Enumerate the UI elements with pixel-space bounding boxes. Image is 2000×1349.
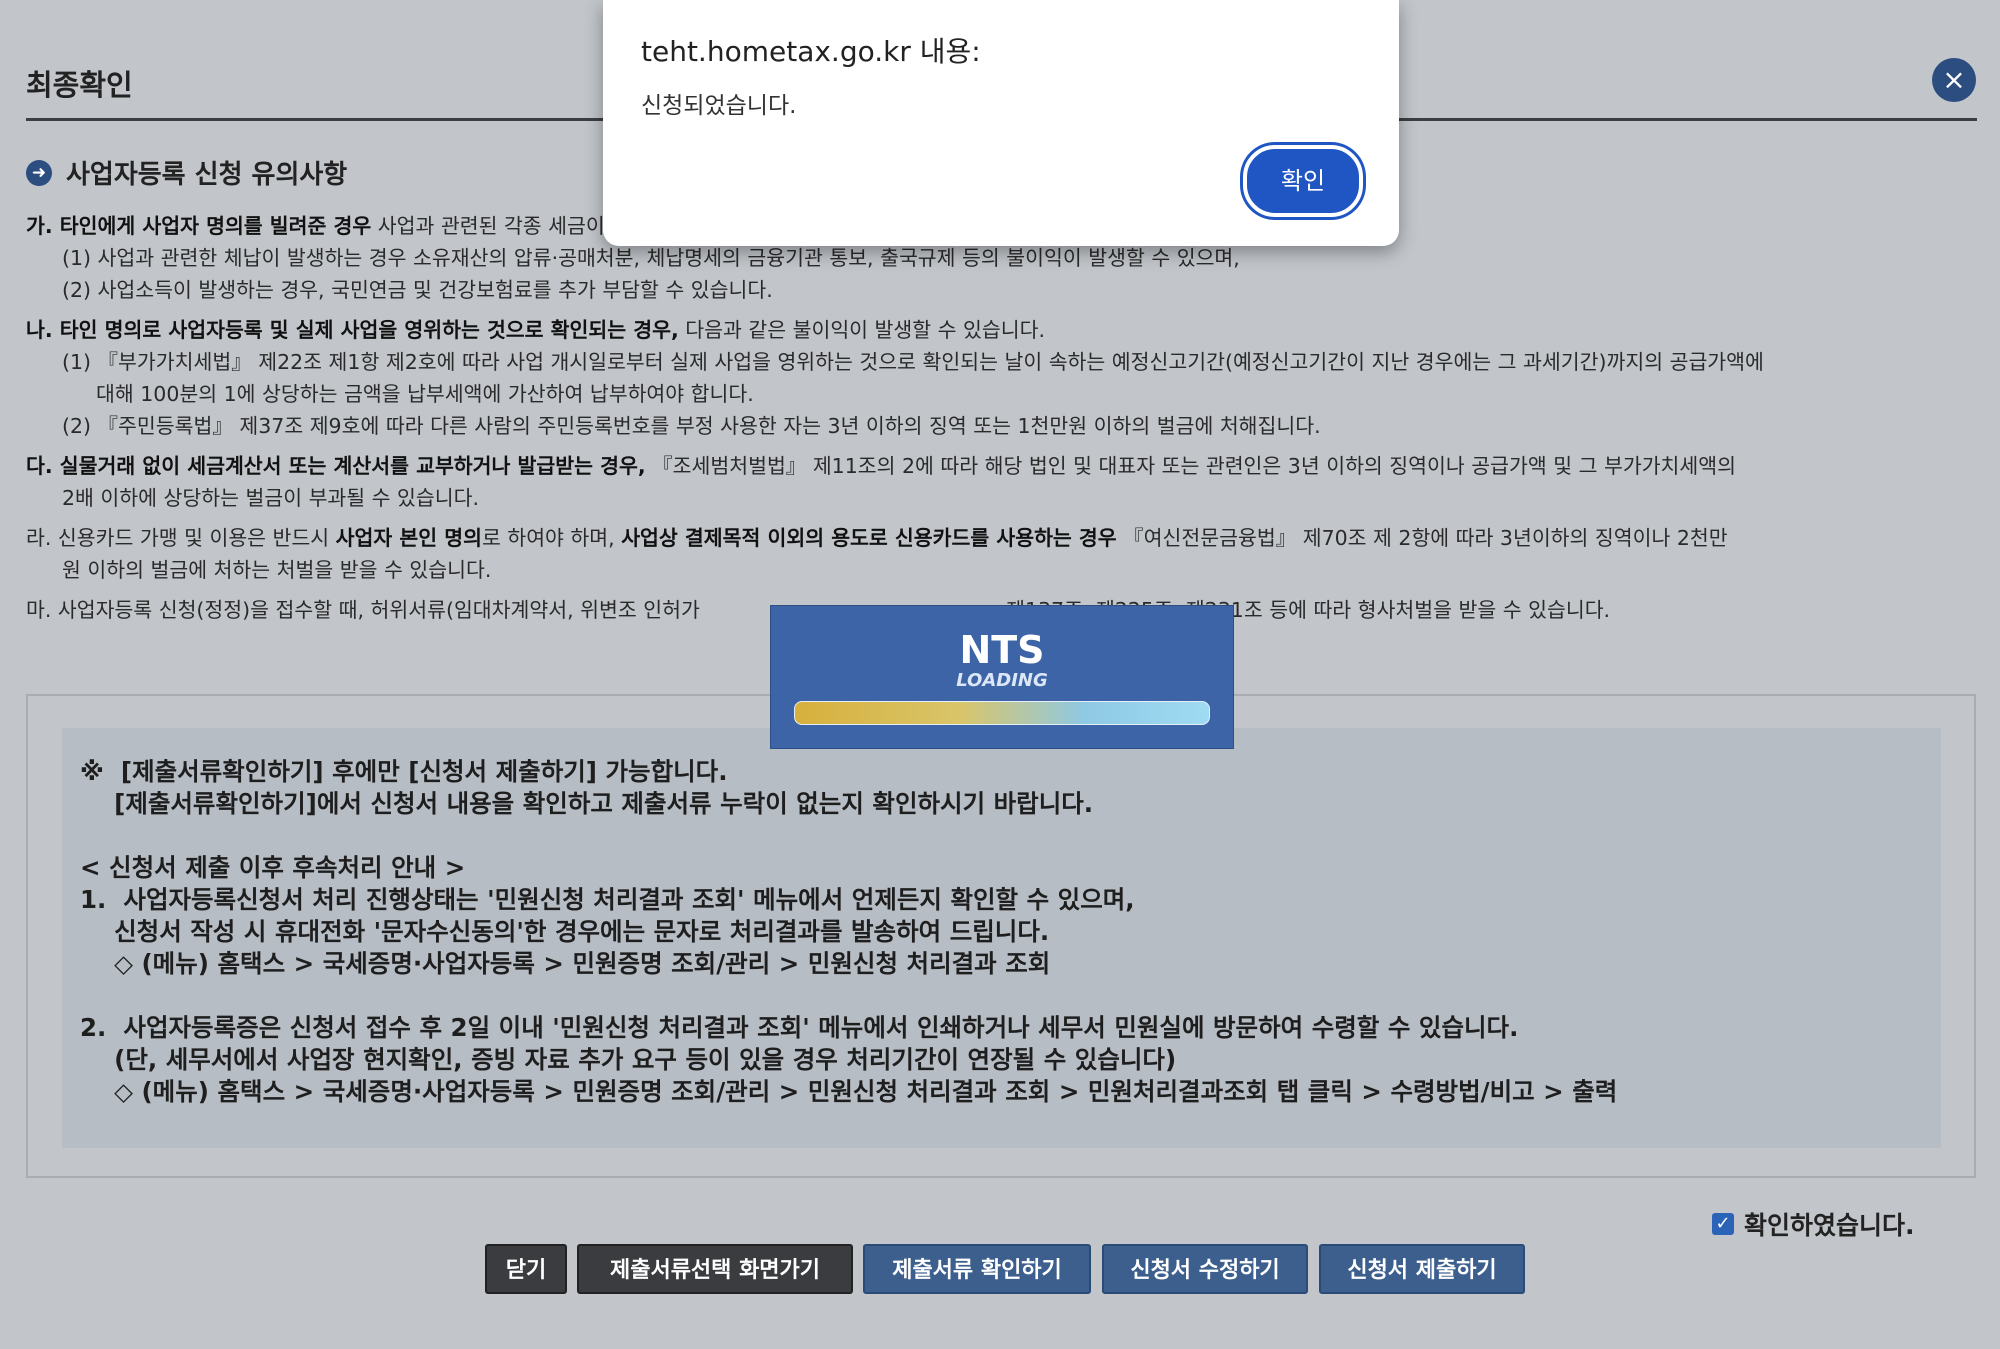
loading-indicator: NTS LOADING (770, 605, 1234, 749)
confirm-checkbox-label: 확인하였습니다. (1744, 1211, 1915, 1240)
note-ra-bold1: 사업자 본인 명의 (335, 526, 482, 550)
note-ra: 라. 신용카드 가맹 및 이용은 반드시 사업자 본인 명의로 하여야 하며, … (26, 522, 1981, 554)
loading-progress-bar (794, 701, 1210, 725)
arrow-right-icon: ➜ (26, 159, 52, 186)
note-ga-1: (1) 사업과 관련한 체납이 발생하는 경우 소유재산의 압류·공매처분, 체… (62, 246, 1240, 270)
note-ga-bold: 가. 타인에게 사업자 명의를 빌려준 경우 (26, 214, 372, 238)
go-select-docs-button[interactable]: 제출서류선택 화면가기 (577, 1244, 853, 1294)
loading-text: LOADING (956, 670, 1048, 691)
note-na-1b: 대해 100분의 1에 상당하는 금액을 납부세액에 가산하여 납부하여야 합니… (96, 382, 754, 406)
close-icon[interactable]: × (1932, 58, 1976, 102)
edit-application-button[interactable]: 신청서 수정하기 (1102, 1244, 1308, 1294)
guide-text: ※ [제출서류확인하기] 후에만 [신청서 제출하기] 가능합니다. [제출서류… (80, 757, 1618, 1106)
note-da-bold: 다. 실물거래 없이 세금계산서 또는 계산서를 교부하거나 발급받는 경우, (26, 454, 646, 478)
section-heading: ➜ 사업자등록 신청 유의사항 (26, 154, 347, 191)
dialog-ok-button[interactable]: 확인 (1243, 145, 1363, 217)
note-da: 다. 실물거래 없이 세금계산서 또는 계산서를 교부하거나 발급받는 경우, … (26, 450, 1981, 482)
submit-application-button[interactable]: 신청서 제출하기 (1319, 1244, 1525, 1294)
note-na: 나. 타인 명의로 사업자등록 및 실제 사업을 영위하는 것으로 확인되는 경… (26, 314, 1981, 346)
note-ra-bold2: 사업상 결제목적 이외의 용도로 신용카드를 사용하는 경우 (621, 526, 1117, 550)
note-ra-mid: 로 하여야 하며, (481, 526, 622, 550)
alert-dialog: teht.hometax.go.kr 내용: 신청되었습니다. 확인 (603, 0, 1399, 246)
dialog-header: teht.hometax.go.kr 내용: (641, 35, 981, 68)
note-na-2: (2) 『주민등록법』 제37조 제9호에 따라 다른 사람의 주민등록번호를 … (62, 414, 1321, 438)
note-ga-2: (2) 사업소득이 발생하는 경우, 국민연금 및 건강보험료를 추가 부담할 … (62, 278, 773, 302)
note-ra-text: 『여신전문금융법』 제70조 제 2항에 따라 3년이하의 징역이나 2천만 (1116, 526, 1728, 550)
note-na-text: 다음과 같은 불이익이 발생할 수 있습니다. (678, 318, 1045, 342)
nts-logo: NTS (959, 628, 1045, 672)
confirm-checkbox[interactable]: ✓ 확인하였습니다. (1712, 1206, 1915, 1242)
note-da-text: 『조세범처벌법』 제11조의 2에 따라 해당 법인 및 대표자 또는 관련인은… (645, 454, 1736, 478)
note-ra-cont: 원 이하의 벌금에 처하는 처벌을 받을 수 있습니다. (62, 558, 492, 582)
close-button[interactable]: 닫기 (485, 1244, 567, 1294)
note-na-bold: 나. 타인 명의로 사업자등록 및 실제 사업을 영위하는 것으로 확인되는 경… (26, 318, 679, 342)
note-na-1a: (1) 『부가가치세법』 제22조 제1항 제2호에 따라 사업 개시일로부터 … (62, 350, 1764, 374)
caution-notes: 가. 타인에게 사업자 명의를 빌려준 경우 사업과 관련된 각종 세금이 명의… (26, 210, 1981, 626)
page-title: 최종확인 (26, 68, 133, 102)
final-confirm-page: 최종확인 × ➜ 사업자등록 신청 유의사항 가. 타인에게 사업자 명의를 빌… (0, 0, 2000, 1349)
note-da-cont: 2배 이하에 상당하는 벌금이 부과될 수 있습니다. (62, 486, 479, 510)
note-ra-pre: 라. 신용카드 가맹 및 이용은 반드시 (26, 526, 336, 550)
dialog-message: 신청되었습니다. (641, 93, 797, 119)
section-title: 사업자등록 신청 유의사항 (66, 160, 348, 190)
check-docs-button[interactable]: 제출서류 확인하기 (863, 1244, 1091, 1294)
checkbox-checked-icon[interactable]: ✓ (1712, 1213, 1734, 1235)
